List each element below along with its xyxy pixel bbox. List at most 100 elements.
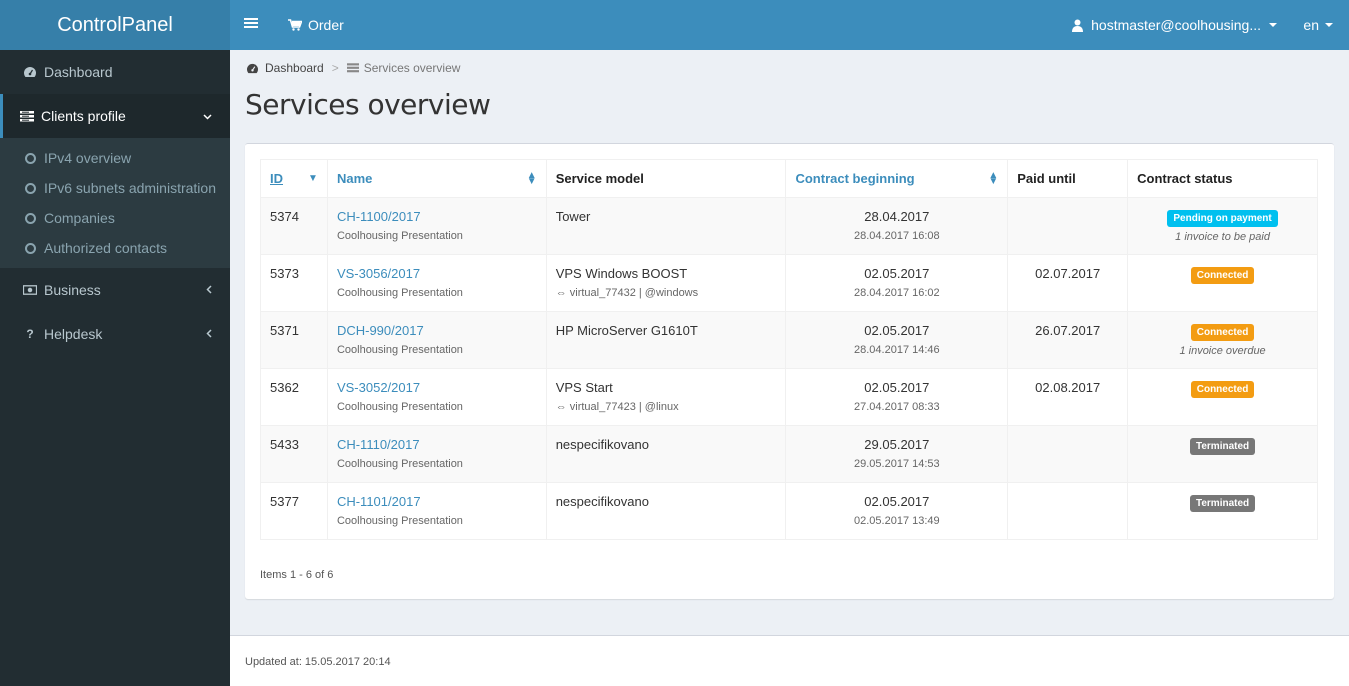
service-model: VPS Windows BOOST [555, 266, 688, 281]
table-body: 5374 CH-1100/2017 Coolhousing Presentation… [260, 197, 1318, 540]
submenu-label: Authorized contacts [44, 240, 167, 256]
contract-begin-date: 02.05.2017 [864, 266, 930, 281]
company-name: Coolhousing Presentation [336, 515, 463, 527]
sidebar-item-helpdesk[interactable]: ? Helpdesk [0, 312, 230, 356]
hamburger-icon[interactable] [244, 16, 258, 34]
paid-until-date: 02.07.2017 [1035, 266, 1101, 281]
service-id: 5362 [270, 380, 299, 395]
cell-paid-until: 02.07.2017 [1007, 254, 1129, 312]
cell-service-model: HP MicroServer G1610T [545, 311, 787, 369]
clients-profile-submenu: IPv4 overview IPv6 subnets administratio… [0, 138, 230, 268]
cart-icon [288, 19, 302, 31]
table-header-row: ID ▼ Name ▲ ▼ Service model Contract begi… [260, 159, 1318, 198]
company-name: Coolhousing Presentation [336, 287, 463, 299]
service-name-link[interactable]: VS-3056/2017 [337, 266, 420, 281]
cell-name: VS-3056/2017 Coolhousing Presentation [326, 254, 547, 312]
sidebar-item-label: Business [44, 282, 101, 298]
language-label: en [1303, 17, 1319, 33]
service-model: nespecifikovano [555, 437, 649, 452]
service-model-detail: ⇔ virtual_77423 | @linux [555, 401, 679, 413]
contract-begin-date: 28.04.2017 [864, 209, 930, 224]
service-name-link[interactable]: DCH-990/2017 [337, 323, 424, 338]
cell-paid-until: 26.07.2017 [1007, 311, 1129, 369]
contract-created-at: 02.05.2017 13:49 [854, 515, 940, 527]
sort-icon: ▲ ▼ [526, 169, 537, 187]
cell-contract-beginning: 02.05.2017 02.05.2017 13:49 [785, 482, 1009, 540]
circle-icon [25, 152, 36, 164]
user-email: hostmaster@coolhousing... [1091, 17, 1261, 33]
paid-until-date: 02.08.2017 [1035, 380, 1101, 395]
service-name-link[interactable]: VS-3052/2017 [337, 380, 420, 395]
cell-service-model: Tower [545, 197, 787, 255]
contract-begin-date: 29.05.2017 [864, 437, 930, 452]
page-title: Services overview [245, 88, 491, 121]
contract-created-at: 28.04.2017 14:46 [854, 344, 940, 356]
status-badge: Connected [1190, 324, 1255, 341]
cell-contract-status: Connected [1127, 368, 1318, 426]
cell-id: 5374 [260, 197, 328, 255]
sidebar-item-ipv6-subnets[interactable]: IPv6 subnets administration [0, 173, 230, 203]
service-id: 5373 [270, 266, 299, 281]
service-name-link[interactable]: CH-1110/2017 [337, 437, 420, 452]
submenu-label: IPv4 overview [44, 150, 132, 166]
sidebar-item-business[interactable]: Business [0, 268, 230, 312]
table-row: 5377 CH-1101/2017 Coolhousing Presentation… [260, 482, 1318, 540]
column-header-service-model: Service model [545, 159, 787, 198]
column-header-id[interactable]: ID ▼ [260, 159, 328, 198]
sidebar-item-clients-profile[interactable]: Clients profile [0, 94, 230, 138]
sidebar-item-dashboard[interactable]: Dashboard [0, 50, 230, 94]
sort-desc-icon: ▼ [308, 172, 318, 184]
dashboard-icon [247, 63, 258, 73]
user-icon [1072, 19, 1084, 32]
sidebar-item-label: Clients profile [41, 108, 126, 124]
cell-name: DCH-990/2017 Coolhousing Presentation [326, 311, 547, 369]
cell-contract-status: Terminated [1127, 425, 1318, 483]
sort-icon: ▲ ▼ [988, 169, 999, 187]
cell-contract-beginning: 02.05.2017 28.04.2017 16:02 [785, 254, 1009, 312]
cell-contract-status: Pending on payment 1 invoice to be paid [1127, 197, 1318, 255]
updated-at: Updated at: 15.05.2017 20:14 [245, 656, 391, 668]
column-label: ID [270, 171, 283, 186]
cell-id: 5362 [260, 368, 328, 426]
sidebar-item-ipv4-overview[interactable]: IPv4 overview [0, 143, 230, 173]
column-header-name[interactable]: Name ▲ ▼ [326, 159, 547, 198]
top-navbar: Order hostmaster@coolhousing... en [230, 0, 1349, 50]
circle-icon [25, 242, 36, 254]
contract-begin-date: 02.05.2017 [864, 380, 930, 395]
cell-name: CH-1101/2017 Coolhousing Presentation [326, 482, 547, 540]
column-header-contract-beginning[interactable]: Contract beginning ▲ ▼ [785, 159, 1009, 198]
service-model: VPS Start [555, 380, 613, 395]
order-label: Order [308, 17, 344, 33]
sidebar-item-label: Helpdesk [44, 326, 103, 342]
order-button[interactable]: Order [288, 0, 344, 50]
table-row: 5433 CH-1110/2017 Coolhousing Presentation… [260, 425, 1318, 483]
chevron-left-icon [206, 268, 212, 312]
column-header-contract-status: Contract status [1127, 159, 1318, 198]
contract-begin-date: 02.05.2017 [864, 323, 930, 338]
circle-icon [25, 212, 36, 224]
pagination-info: Items 1 - 6 of 6 [260, 569, 334, 581]
main-content: Dashboard > Services overview Services o… [230, 50, 1349, 636]
cell-contract-status: Terminated [1127, 482, 1318, 540]
service-name-link[interactable]: CH-1100/2017 [337, 209, 421, 224]
footer: Updated at: 15.05.2017 20:14 [230, 635, 1349, 686]
breadcrumb-current: Services overview [346, 61, 460, 75]
service-name-link[interactable]: CH-1101/2017 [337, 494, 421, 509]
company-name: Coolhousing Presentation [336, 401, 463, 413]
cell-service-model: nespecifikovano [545, 425, 787, 483]
sidebar-item-authorized-contacts[interactable]: Authorized contacts [0, 233, 230, 263]
language-selector[interactable]: en [1303, 0, 1333, 50]
breadcrumb-label: Dashboard [265, 61, 324, 75]
company-name: Coolhousing Presentation [336, 230, 463, 242]
sidebar-item-companies[interactable]: Companies [0, 203, 230, 233]
list-icon [346, 63, 359, 73]
cell-service-model: nespecifikovano [545, 482, 787, 540]
table-row: 5362 VS-3052/2017 Coolhousing Presentation… [260, 368, 1318, 426]
contract-begin-date: 02.05.2017 [864, 494, 930, 509]
app-logo[interactable]: ControlPanel [0, 0, 230, 50]
column-label: Name [336, 171, 373, 186]
list-icon [20, 110, 34, 122]
cell-contract-beginning: 02.05.2017 28.04.2017 14:46 [785, 311, 1009, 369]
breadcrumb-dashboard[interactable]: Dashboard [246, 61, 324, 75]
user-menu[interactable]: hostmaster@coolhousing... [1072, 0, 1277, 50]
